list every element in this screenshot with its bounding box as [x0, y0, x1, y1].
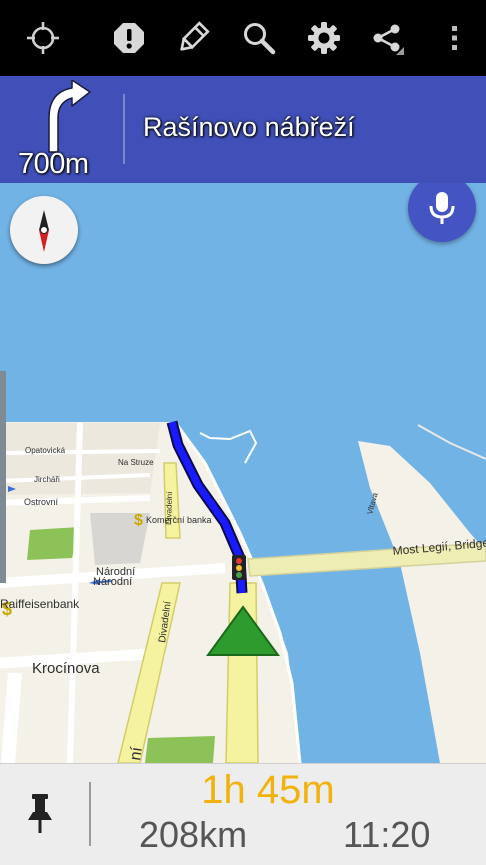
- navigation-instruction-banner[interactable]: 700m Rašínovo nábřeží: [0, 76, 486, 183]
- bottom-divider: [89, 782, 91, 846]
- edit-button[interactable]: [170, 14, 216, 62]
- top-toolbar: [0, 0, 486, 76]
- search-button[interactable]: [236, 14, 282, 62]
- trip-info-bar[interactable]: 1h 45m 208km 11:20: [0, 763, 486, 865]
- share-icon: [373, 24, 404, 55]
- remaining-duration: 1h 45m: [201, 768, 335, 812]
- next-street-name: Rašínovo nábřeží: [143, 112, 355, 142]
- map-label-raiffeisenbank: Raiffeisenbank: [0, 597, 80, 611]
- banner-divider: [123, 94, 125, 164]
- turn-distance: 700m: [18, 148, 89, 180]
- share-button[interactable]: [364, 14, 410, 62]
- overflow-menu-button[interactable]: [432, 14, 476, 62]
- park-area: [27, 527, 80, 560]
- map-label-na-struze: Na Struze: [118, 458, 154, 467]
- report-button[interactable]: [106, 14, 152, 62]
- settings-button[interactable]: [301, 14, 347, 62]
- map-canvas[interactable]: $ $ Opatovická Na Struze Jircháři Ostrov…: [0, 183, 486, 763]
- microphone-icon: [429, 192, 455, 224]
- pushpin-icon: [28, 794, 52, 833]
- map-label-jircharich: Jircháři: [34, 475, 60, 484]
- gear-icon: [308, 22, 340, 54]
- pencil-icon: [180, 21, 210, 51]
- pin-button[interactable]: [12, 784, 68, 844]
- traffic-light-icon: [232, 555, 246, 580]
- map-label-opatovicka: Opatovická: [25, 446, 66, 455]
- turn-right-arrow-icon: [48, 80, 91, 153]
- more-vert-icon: [452, 26, 457, 50]
- locate-button[interactable]: [20, 14, 66, 62]
- compass-icon: [39, 210, 49, 252]
- compass-button[interactable]: [10, 196, 78, 264]
- park-area-2: [145, 736, 215, 763]
- map-view[interactable]: $ $ Opatovická Na Struze Jircháři Ostrov…: [0, 183, 486, 763]
- remaining-distance: 208km: [139, 814, 248, 855]
- alert-octagon-icon: [114, 23, 144, 53]
- bank-icon: $: [134, 512, 143, 529]
- search-icon: [244, 23, 276, 55]
- map-label-krocinova: Krocínova: [32, 660, 100, 677]
- street-vertical-2: [1, 672, 22, 763]
- arrival-time: 11:20: [343, 814, 431, 855]
- map-label-ostrovni: Ostrovní: [24, 497, 59, 507]
- zoom-scrollbar[interactable]: [0, 371, 6, 583]
- map-label-komercni-banka: Komerční banka: [146, 515, 212, 525]
- crosshair-icon: [27, 22, 59, 54]
- map-label-narodni-2: Národní: [93, 576, 132, 588]
- map-label-pstrossova: Divadelní: [164, 491, 174, 525]
